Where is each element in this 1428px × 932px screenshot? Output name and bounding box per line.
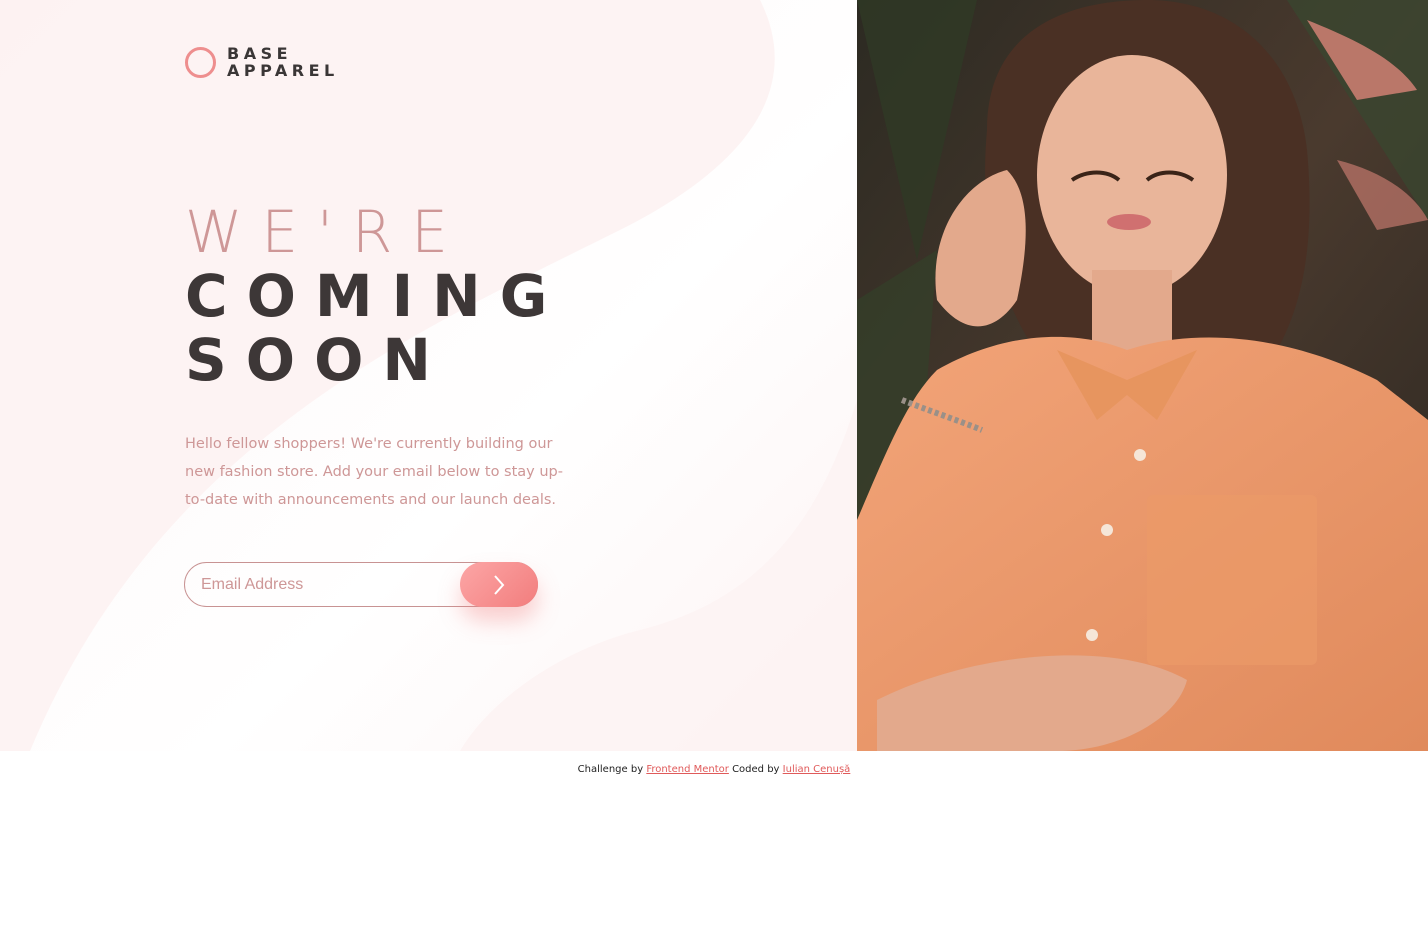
logo-wordmark: BASE APPAREL <box>227 45 339 79</box>
coded-prefix: Coded by <box>732 764 780 775</box>
logo-line-2: APPAREL <box>227 61 339 80</box>
model-photo-illustration <box>857 0 1428 751</box>
title-light-line: WE'RE <box>185 198 467 266</box>
title-bold-line-2: SOON <box>185 326 450 394</box>
challenge-prefix: Challenge by <box>577 764 644 775</box>
author-link[interactable]: Iulian Cenușă <box>783 764 851 775</box>
attribution-footer: Challenge by Frontend Mentor Coded by Iu… <box>0 764 1428 775</box>
hero-section: BASE APPAREL WE'RE COMING SOON Hello fel… <box>0 0 1428 751</box>
frontend-mentor-link[interactable]: Frontend Mentor <box>646 764 729 775</box>
signup-form <box>184 562 538 607</box>
chevron-right-icon <box>494 574 505 595</box>
title-bold-line-1: COMING <box>185 262 567 330</box>
intro-text: Hello fellow shoppers! We're currently b… <box>185 436 563 508</box>
submit-button[interactable] <box>460 562 538 607</box>
logo-ring-icon <box>185 46 216 78</box>
brand-logo[interactable]: BASE APPAREL <box>185 45 339 79</box>
content-panel: BASE APPAREL WE'RE COMING SOON Hello fel… <box>0 0 857 751</box>
logo-line-1: BASE <box>227 44 293 63</box>
page-title: WE'RE COMING SOON <box>185 200 566 392</box>
model-photo <box>857 0 1428 751</box>
